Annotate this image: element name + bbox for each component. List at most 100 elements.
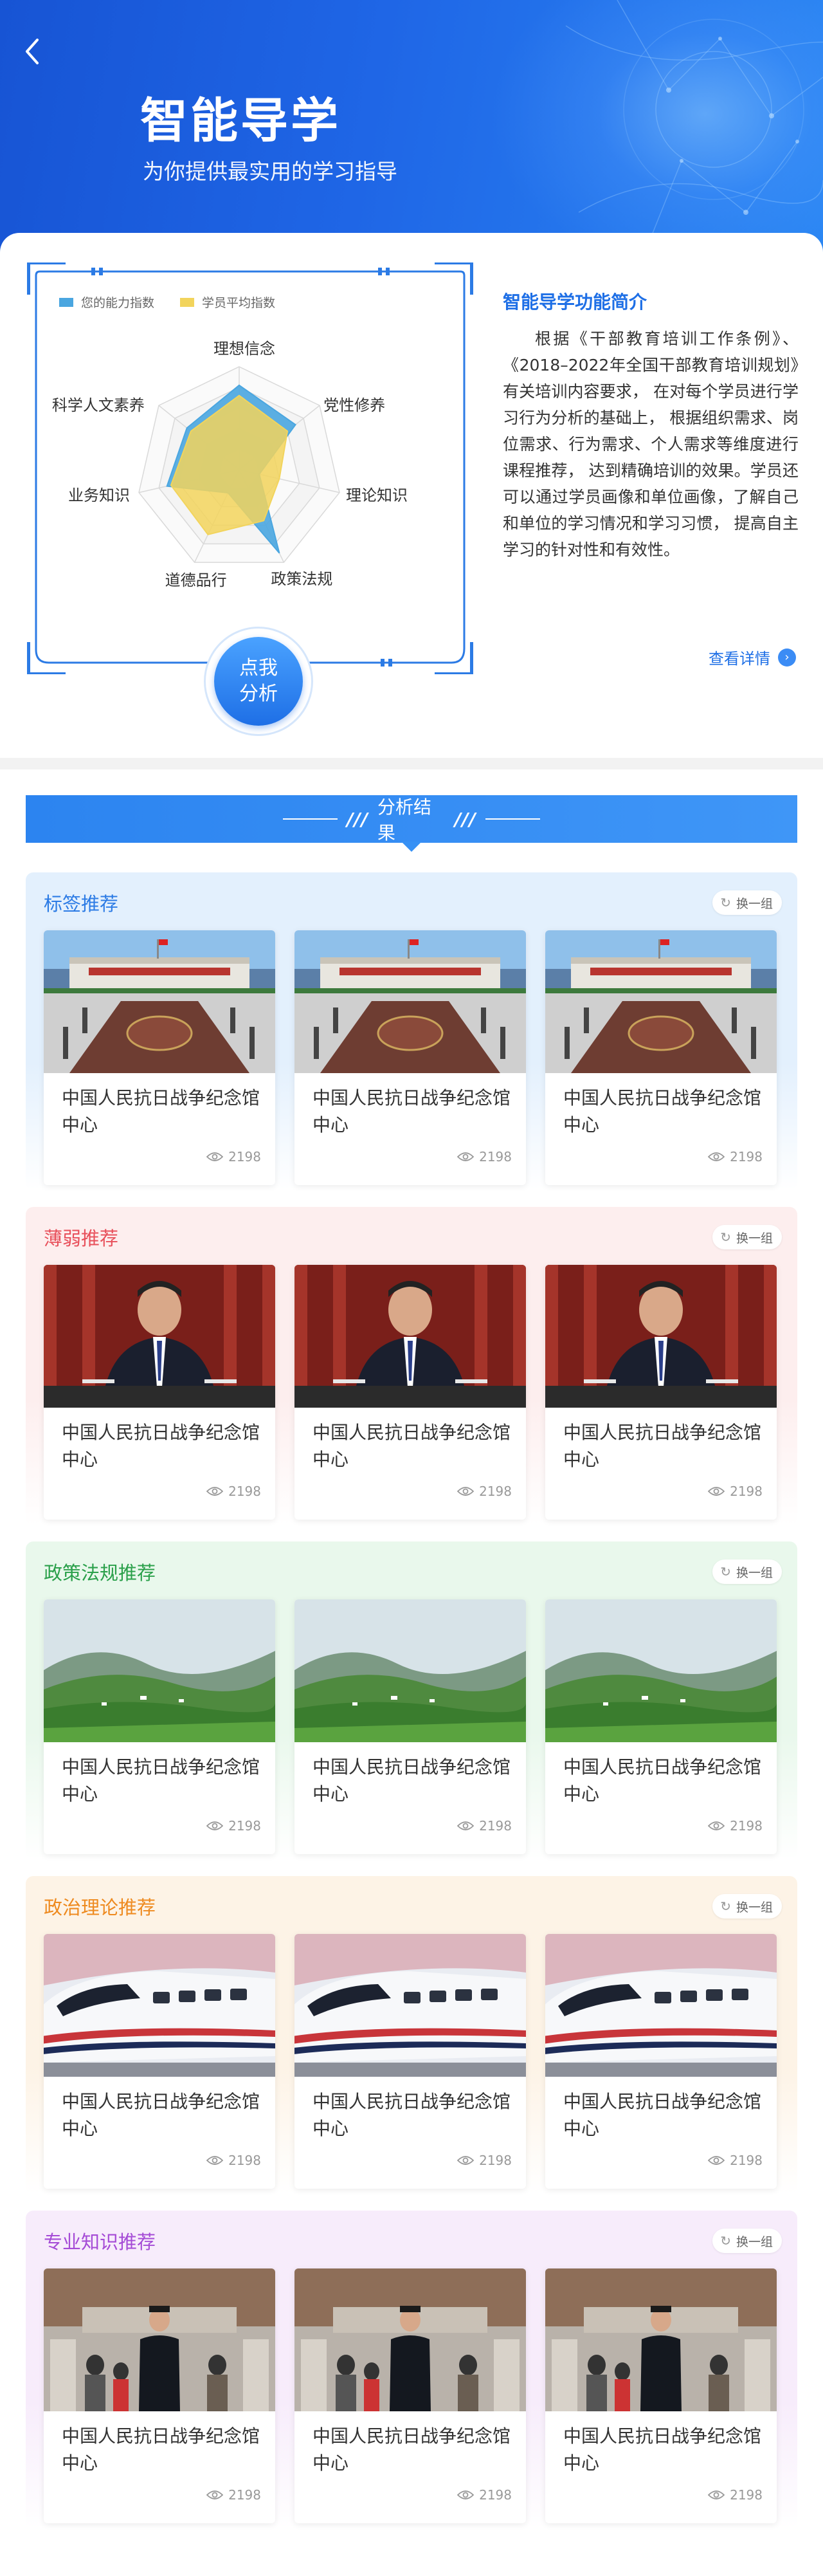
eye-icon [457,1152,475,1161]
course-thumbnail [294,2268,526,2411]
view-count: 2198 [708,1149,763,1164]
recommend-section: 标签推荐 ↻ 换一组 中国人民抗日战争纪念馆中心 2198 中国人民抗日战争纪念… [26,872,797,1190]
radar-axis-label: 党性修养 [323,396,386,415]
radar-axis-label: 业务知识 [68,486,130,504]
page-title: 智能导学 [140,93,341,149]
course-title: 中国人民抗日战争纪念馆中心 [563,1756,762,1805]
course-card[interactable]: 中国人民抗日战争纪念馆中心 2198 [44,1934,275,2189]
swap-group-label: 换一组 [736,1565,773,1580]
course-title: 中国人民抗日战争纪念馆中心 [563,1422,762,1470]
view-count-value: 2198 [479,1484,512,1499]
results-title: 分析结果 [377,796,431,843]
results-heading: /// 分析结果 /// [283,795,540,843]
course-card[interactable]: 中国人民抗日战争纪念馆中心 2198 [545,1934,777,2189]
swap-group-button[interactable]: ↻ 换一组 [712,2229,782,2253]
course-card[interactable]: 中国人民抗日战争纪念馆中心 2198 [545,930,777,1185]
recommend-section: 政治理论推荐 ↻ 换一组 中国人民抗日战争纪念馆中心 2198 中国人民抗日战争… [26,1876,797,2194]
course-thumbnail [294,1599,526,1742]
course-title: 中国人民抗日战争纪念馆中心 [62,2091,260,2139]
analyze-button[interactable]: 点我 分析 [204,627,313,736]
view-details-label: 查看详情 [709,650,770,668]
eye-icon [708,1821,725,1830]
view-count: 2198 [708,1818,763,1834]
intro-title: 智能导学功能简介 [503,291,647,313]
eye-icon [206,2156,224,2165]
view-count: 2198 [206,1818,261,1834]
course-thumbnail [44,1265,275,1408]
swap-group-label: 换一组 [736,896,773,911]
swap-group-button[interactable]: ↻ 换一组 [712,1559,782,1584]
recommend-section: 薄弱推荐 ↻ 换一组 中国人民抗日战争纪念馆中心 2198 中国人民抗日战争纪念… [26,1207,797,1525]
eye-icon [206,1821,224,1830]
eye-icon [206,2490,224,2499]
course-card[interactable]: 中国人民抗日战争纪念馆中心 2198 [294,1934,526,2189]
view-count: 2198 [708,2153,763,2168]
legend-average-label: 学员平均指数 [202,296,276,310]
view-details-link[interactable]: 查看详情 › [709,646,796,668]
course-card[interactable]: 中国人民抗日战争纪念馆中心 2198 [294,1599,526,1854]
course-card[interactable]: 中国人民抗日战争纪念馆中心 2198 [294,930,526,1185]
chevron-left-icon [26,39,39,64]
radar-axis-label: 道德品行 [165,571,227,590]
course-title: 中国人民抗日战争纪念馆中心 [62,1087,260,1136]
analyze-button-face: 点我 分析 [214,637,303,726]
view-count: 2198 [206,2487,261,2503]
view-count: 2198 [206,1149,261,1164]
course-card[interactable]: 中国人民抗日战争纪念馆中心 2198 [44,2268,275,2523]
course-title: 中国人民抗日战争纪念馆中心 [312,1756,511,1805]
course-title: 中国人民抗日战争纪念馆中心 [62,2425,260,2474]
course-thumbnail [294,1265,526,1408]
course-card[interactable]: 中国人民抗日战争纪念馆中心 2198 [44,1265,275,1520]
course-title: 中国人民抗日战争纪念馆中心 [62,1422,260,1470]
view-count: 2198 [457,1818,512,1834]
course-card[interactable]: 中国人民抗日战争纪念馆中心 2198 [294,2268,526,2523]
swap-group-button[interactable]: ↻ 换一组 [712,890,782,915]
view-count-value: 2198 [228,1149,261,1164]
view-count-value: 2198 [479,2153,512,2168]
view-count: 2198 [457,2153,512,2168]
slashes-decor-right: /// [455,808,476,830]
course-thumbnail [44,1934,275,2077]
back-button[interactable] [19,36,45,67]
view-count-value: 2198 [730,2487,763,2503]
eye-icon [457,1487,475,1496]
eye-icon [708,1487,725,1496]
refresh-icon: ↻ [720,1899,731,1914]
view-count: 2198 [457,2487,512,2503]
eye-icon [206,1487,224,1496]
course-thumbnail [44,1599,275,1742]
legend-ability: 您的能力指数 [59,293,154,311]
course-thumbnail [545,2268,777,2411]
swap-group-button[interactable]: ↻ 换一组 [712,1225,782,1249]
radar-axis-label: 科学人文素养 [51,396,145,415]
course-thumbnail [545,1265,777,1408]
course-thumbnail [44,930,275,1073]
course-title: 中国人民抗日战争纪念馆中心 [563,2091,762,2139]
page-subtitle: 为你提供最实用的学习指导 [143,159,397,184]
eye-icon [708,2490,725,2499]
eye-icon [457,1821,475,1830]
course-card[interactable]: 中国人民抗日战争纪念馆中心 2198 [545,2268,777,2523]
refresh-icon: ↻ [720,895,731,910]
course-card[interactable]: 中国人民抗日战争纪念馆中心 2198 [545,1599,777,1854]
eye-icon [206,1152,224,1161]
legend-average: 学员平均指数 [180,293,275,311]
view-count: 2198 [457,1149,512,1164]
view-count-value: 2198 [479,1818,512,1834]
section-title: 薄弱推荐 [44,1228,119,1249]
view-count-value: 2198 [479,2487,512,2503]
course-title: 中国人民抗日战争纪念馆中心 [312,1422,511,1470]
swap-group-button[interactable]: ↻ 换一组 [712,1894,782,1918]
legend-average-swatch [180,297,195,307]
course-card[interactable]: 中国人民抗日战争纪念馆中心 2198 [44,930,275,1185]
course-thumbnail [545,930,777,1073]
eye-icon [457,2490,475,2499]
course-card[interactable]: 中国人民抗日战争纪念馆中心 2198 [44,1599,275,1854]
course-card[interactable]: 中国人民抗日战争纪念馆中心 2198 [294,1265,526,1520]
view-count: 2198 [708,2487,763,2503]
legend-ability-swatch [59,297,73,307]
refresh-icon: ↻ [720,1564,731,1579]
course-thumbnail [294,1934,526,2077]
radar-axis-label: 理论知识 [345,486,408,504]
course-card[interactable]: 中国人民抗日战争纪念馆中心 2198 [545,1265,777,1520]
